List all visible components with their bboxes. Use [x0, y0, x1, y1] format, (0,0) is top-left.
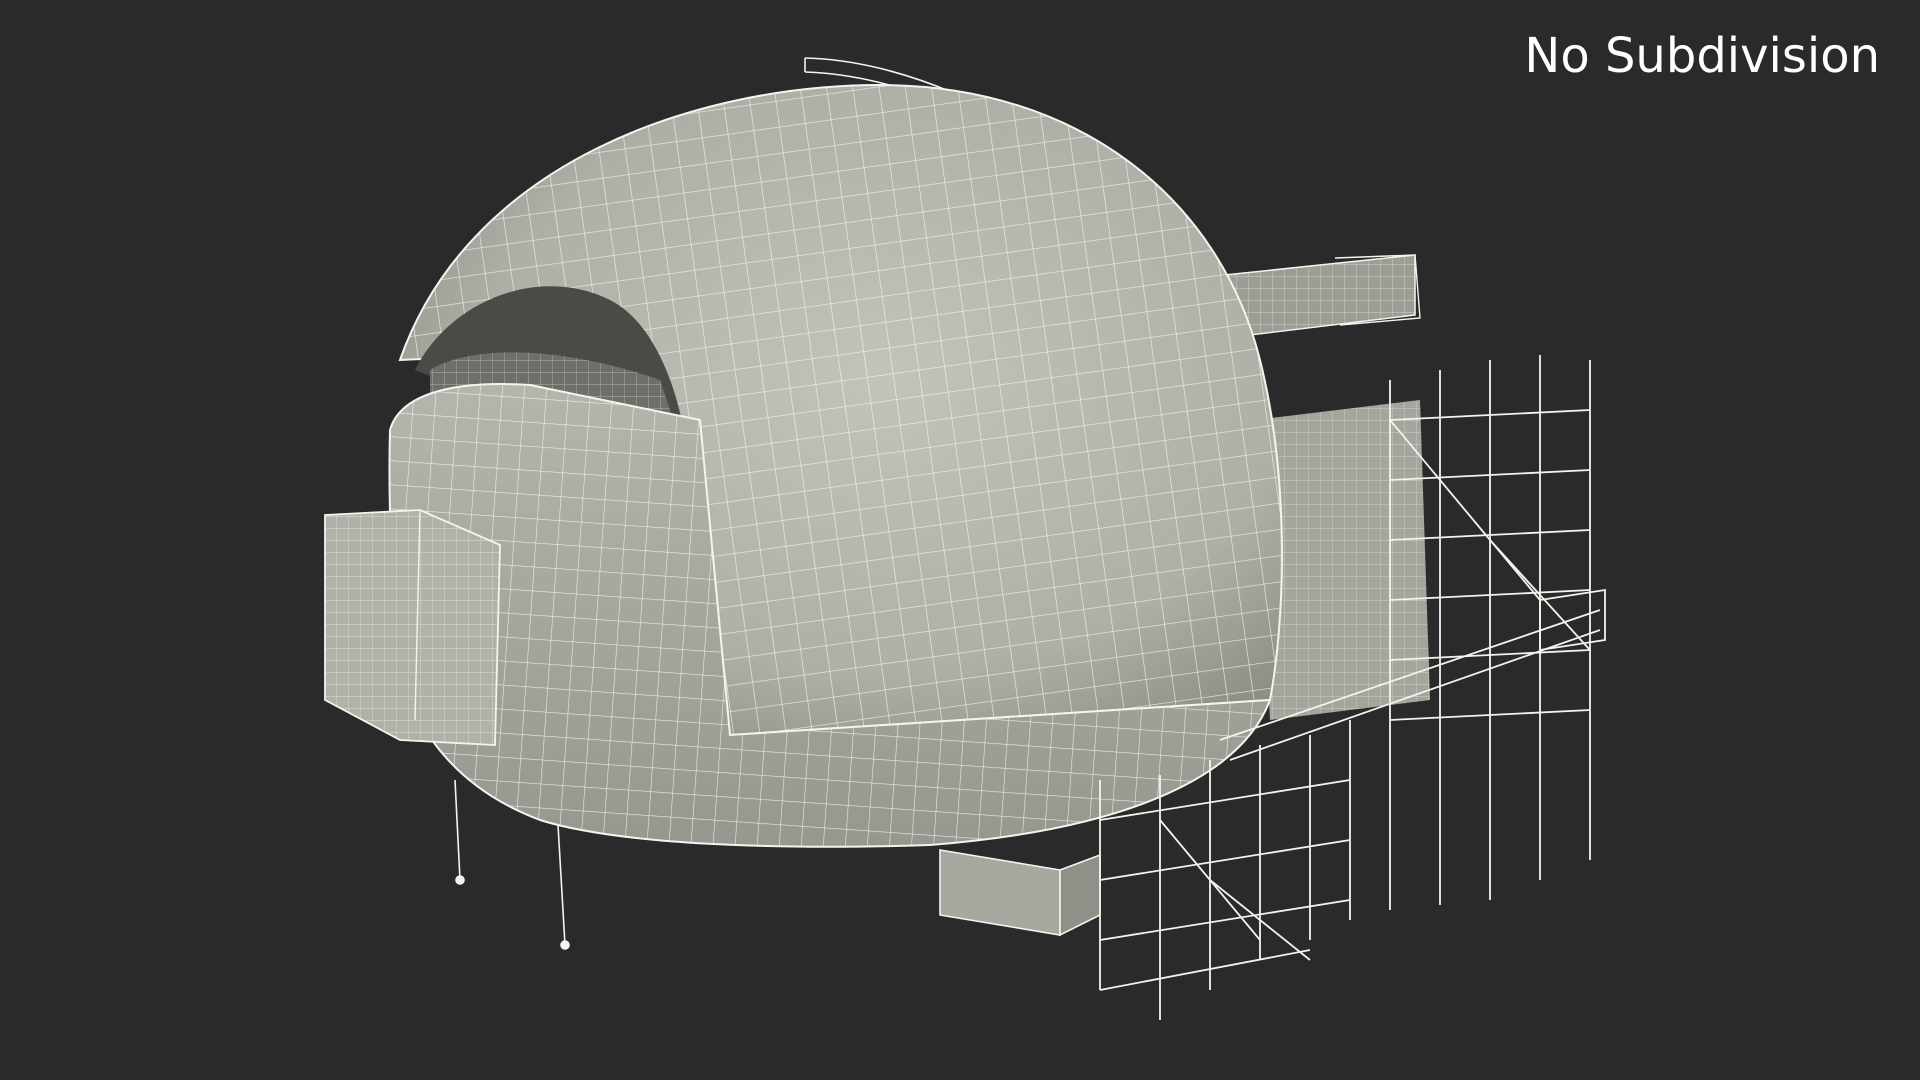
pedestal-block	[939, 849, 1101, 937]
wireframe-render	[324, 57, 1606, 1020]
entrance-box	[324, 509, 501, 746]
view-mode-label: No Subdivision	[1524, 28, 1880, 84]
upper-walkway	[1223, 254, 1421, 336]
render-viewport: No Subdivision	[0, 0, 1920, 1080]
